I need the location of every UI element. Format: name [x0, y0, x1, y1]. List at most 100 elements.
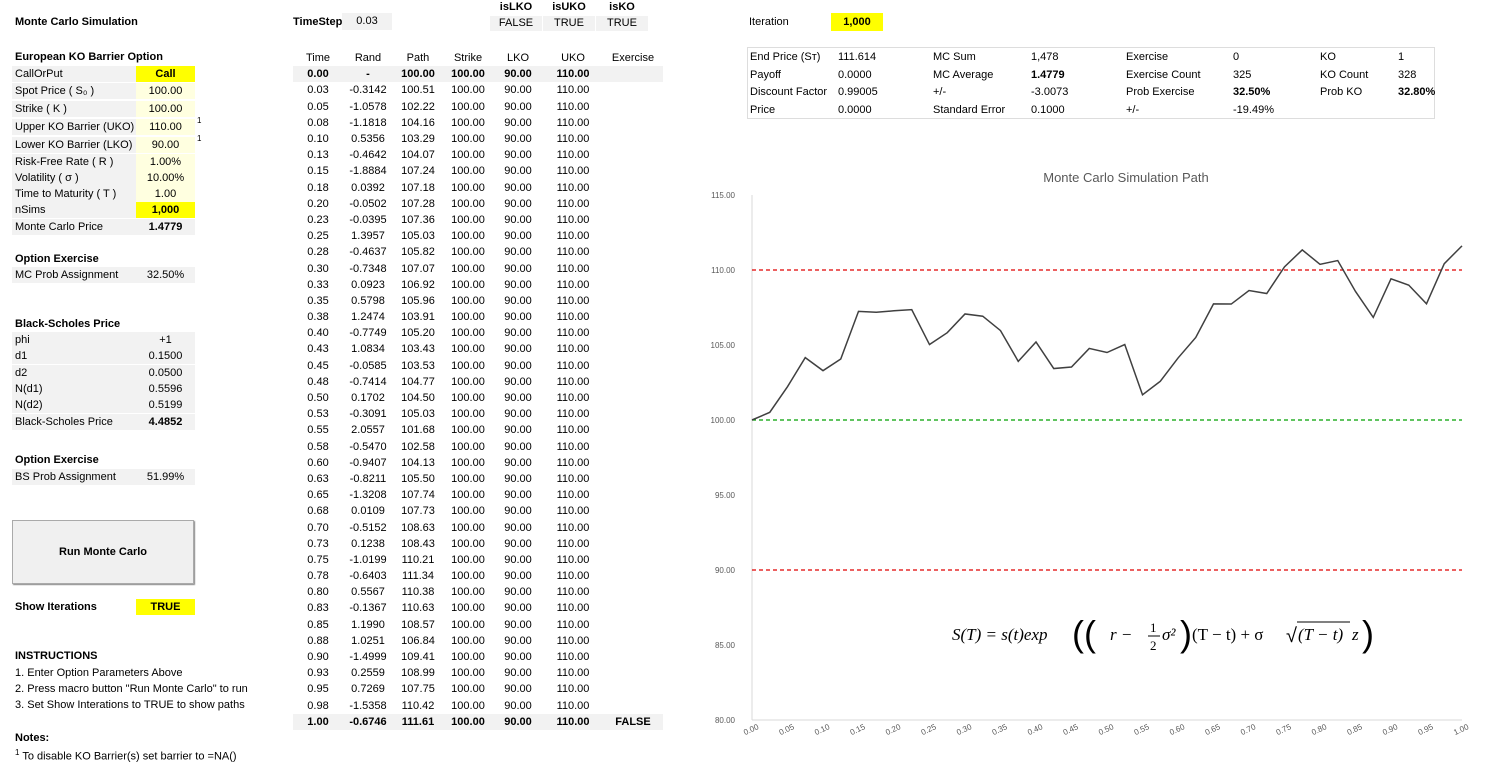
cell-exercise	[603, 698, 663, 714]
cell-time: 0.40	[307, 327, 329, 340]
stat-label: +/-	[933, 86, 947, 98]
cell-lko: 90.00	[504, 149, 532, 162]
cell-uko: 110.00	[556, 667, 590, 680]
cell-exercise	[603, 244, 663, 260]
cell-time: 0.83	[307, 602, 329, 615]
formula-lhs: S(T) = s(t)exp	[952, 625, 1048, 644]
option-value[interactable]: Call	[136, 66, 195, 82]
option-row: Spot Price ( S₀ ) 100.00	[12, 83, 195, 99]
option-value[interactable]: 10.00%	[136, 170, 195, 186]
cell-strike: 100.00	[451, 294, 485, 307]
col-header-lko: LKO	[506, 52, 529, 65]
option-row: Lower KO Barrier (LKO) 90.00	[12, 137, 195, 153]
cell-uko: 110.00	[556, 84, 590, 97]
cell-exercise	[603, 374, 663, 390]
flag-value-islko: FALSE	[490, 16, 542, 31]
stat-label: End Price (Sт)	[750, 51, 821, 63]
option-value[interactable]: 90.00	[136, 137, 195, 153]
cell-strike: 100.00	[451, 699, 485, 712]
cell-rand: 0.0923	[351, 278, 385, 291]
cell-lko: 90.00	[504, 553, 532, 566]
cell-time: 0.20	[307, 197, 329, 210]
cell-uko: 110.00	[543, 713, 603, 730]
table-row: 0.48 -0.7414 104.77 100.00 90.00 110.00	[293, 374, 663, 390]
cell-rand: -0.3091	[349, 408, 387, 421]
cell-rand: -0.6746	[343, 713, 393, 730]
cell-exercise	[603, 180, 663, 196]
cell-time: 0.53	[307, 408, 329, 421]
chart-title: Monte Carlo Simulation Path	[1043, 170, 1208, 185]
cell-path: 108.99	[401, 667, 435, 680]
run-monte-carlo-button[interactable]: Run Monte Carlo	[12, 520, 194, 584]
option-value[interactable]: 100.00	[136, 101, 195, 117]
stat-value: 32.50%	[1233, 86, 1271, 98]
option-value[interactable]: 1,000	[136, 202, 195, 218]
path-chart: Monte Carlo Simulation Path 80.00 85.00 90.…	[711, 170, 1471, 737]
stat-label: Discount Factor	[750, 86, 828, 98]
cell-rand: -1.3208	[349, 489, 387, 502]
iteration-value[interactable]: 1,000	[831, 13, 883, 31]
cell-path: 109.41	[401, 651, 435, 664]
table-row: 0.05 -1.0578 102.22 100.00 90.00 110.00	[293, 99, 663, 115]
cell-exercise	[603, 568, 663, 584]
y-tick-label: 105.00	[711, 341, 736, 350]
instruction-1: 1. Enter Option Parameters Above	[15, 667, 183, 679]
cell-exercise	[603, 163, 663, 179]
cell-strike: 100.00	[451, 392, 485, 405]
cell-lko: 90.00	[504, 651, 532, 664]
formula-half-num: 1	[1150, 620, 1157, 635]
cell-path: 107.74	[401, 489, 435, 502]
table-row: 0.45 -0.0585 103.53 100.00 90.00 110.00	[293, 358, 663, 374]
cell-time: 1.00	[293, 713, 343, 730]
bs-value: 0.0500	[148, 366, 183, 379]
cell-time: 0.75	[307, 553, 329, 566]
cell-strike: 100.00	[451, 602, 485, 615]
stat-label: KO Count	[1320, 68, 1369, 81]
cell-uko: 110.00	[556, 440, 590, 453]
notes-heading: Notes:	[15, 732, 50, 744]
x-tick-label: 0.70	[1239, 722, 1257, 737]
cell-uko: 110.00	[556, 602, 590, 615]
cell-time: 0.88	[307, 634, 329, 647]
table-row: 0.98 -1.5358 110.42 100.00 90.00 110.00	[293, 698, 663, 714]
cell-strike: 100.00	[451, 618, 485, 631]
footnote-marker: 1	[197, 134, 202, 143]
x-tick-label: 0.65	[1204, 722, 1222, 737]
option-value[interactable]: 1.00%	[136, 154, 195, 170]
x-tick-label: 0.90	[1381, 722, 1399, 737]
formula-z: z	[1351, 625, 1359, 644]
bs-label: N(d1)	[15, 382, 43, 395]
stat-label: KO	[1320, 51, 1336, 63]
option-row: Monte Carlo Price 1.4779	[12, 219, 195, 235]
note-text: To disable KO Barrier(s) set barrier to …	[22, 750, 237, 763]
cell-rand: -	[343, 66, 393, 83]
stat-value: 0.99005	[838, 86, 878, 98]
option-value[interactable]: 100.00	[136, 83, 195, 99]
cell-path: 106.84	[401, 634, 435, 647]
cell-path: 111.61	[393, 713, 443, 730]
cell-exercise	[603, 228, 663, 244]
cell-rand: 1.3957	[351, 230, 385, 243]
x-tick-label: 0.35	[991, 722, 1009, 737]
cell-strike: 100.00	[451, 262, 485, 275]
bs-label: phi	[15, 334, 30, 346]
cell-time: 0.80	[307, 586, 329, 599]
cell-lko: 90.00	[504, 84, 532, 97]
cell-strike: 100.00	[451, 84, 485, 97]
show-iterations-value[interactable]: TRUE	[136, 599, 195, 615]
timestep-value[interactable]: 0.03	[342, 13, 392, 30]
cell-path: 108.57	[401, 618, 435, 631]
cell-rand: -1.4999	[349, 651, 387, 664]
simulation-table: Time Rand Path Strike LKO UKO Exercise 0.00-100…	[293, 50, 663, 730]
option-value[interactable]: 1.00	[136, 186, 195, 202]
cell-rand: -0.7749	[349, 327, 387, 340]
cell-uko: 110.00	[556, 165, 590, 178]
cell-strike: 100.00	[451, 683, 485, 696]
cell-uko: 110.00	[556, 375, 590, 388]
cell-path: 107.07	[401, 262, 435, 275]
cell-path: 107.18	[401, 181, 435, 194]
option-value[interactable]: 110.00	[136, 119, 195, 135]
stat-value: 111.614	[838, 51, 877, 63]
cell-lko: 90.00	[504, 213, 532, 226]
cell-lko: 90.00	[504, 634, 532, 647]
